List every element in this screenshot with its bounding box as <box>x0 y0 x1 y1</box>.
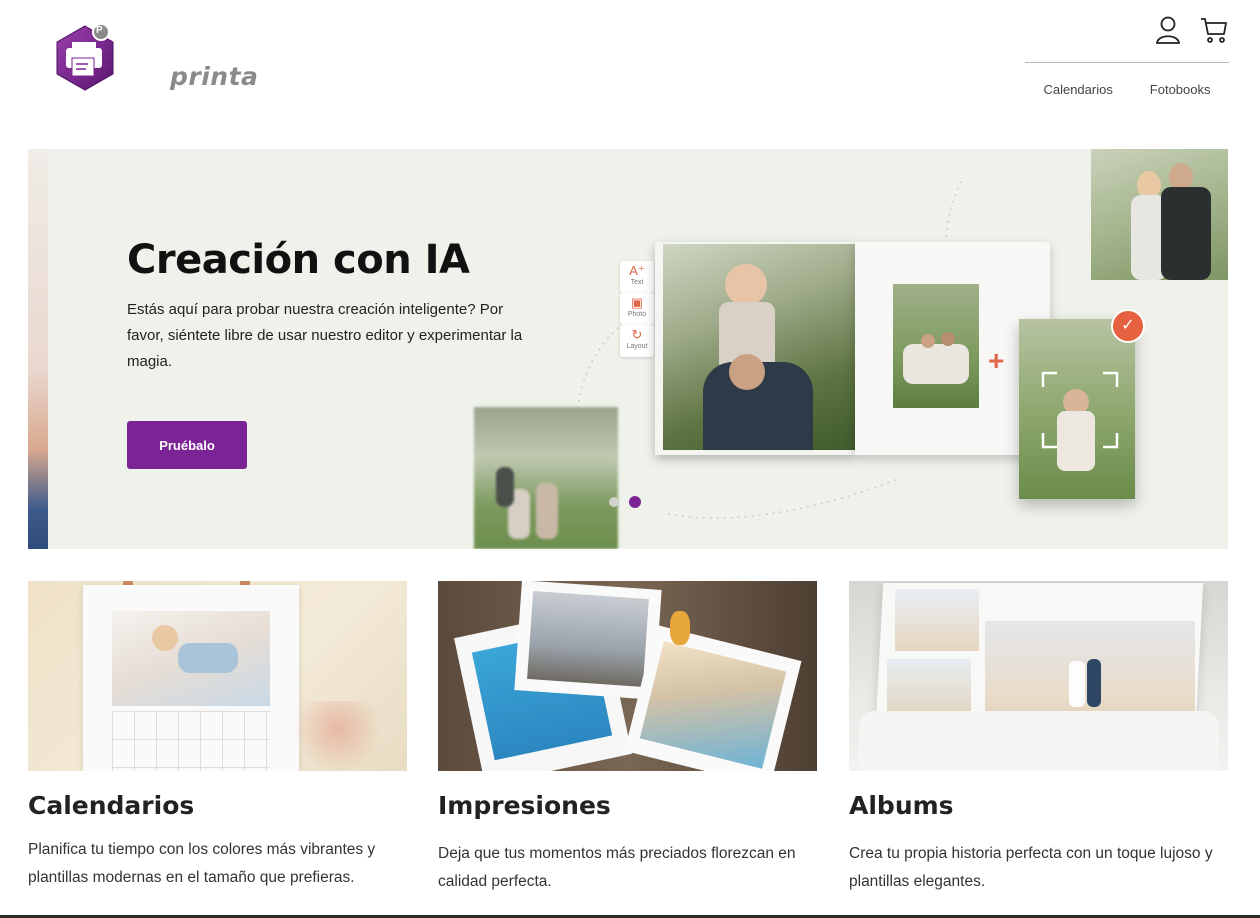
check-icon: ✓ <box>1111 309 1145 343</box>
prints-image <box>438 581 817 771</box>
tool-photo[interactable]: ▣ Photo <box>620 293 654 325</box>
hero-description: Estás aquí para probar nuestra creación … <box>127 301 523 370</box>
nav-link-fotobooks[interactable]: Fotobooks <box>1150 82 1211 97</box>
cart-icon[interactable] <box>1198 14 1230 46</box>
book-left-photo <box>663 244 855 450</box>
selected-photo <box>1019 319 1135 499</box>
printer-logo-icon <box>56 23 114 91</box>
hero-title: Creación con IA <box>127 237 470 283</box>
text-add-icon: A⁺ <box>629 263 645 278</box>
focus-frame-icon <box>1041 371 1119 449</box>
nav-link-calendarios[interactable]: Calendarios <box>1043 82 1112 97</box>
card-title: Calendarios <box>28 791 195 820</box>
main-nav: Calendarios Fotobooks <box>1025 82 1229 97</box>
slide-dot-2[interactable] <box>629 496 641 508</box>
card-description: Deja que tus momentos más preciados flor… <box>438 845 796 890</box>
calendar-image <box>28 581 407 771</box>
tool-layout-label: Layout <box>626 343 648 350</box>
previous-slide-peek <box>28 149 48 549</box>
layout-refresh-icon: ↻ <box>631 327 643 342</box>
tool-layout[interactable]: ↻ Layout <box>620 325 654 357</box>
card-impresiones[interactable]: Impresiones Deja que tus momentos más pr… <box>438 581 817 896</box>
tool-text-label: Text <box>630 279 644 286</box>
logo-badge-letter: P <box>96 25 103 36</box>
card-title: Impresiones <box>438 791 611 820</box>
card-calendarios[interactable]: Calendarios Planifica tu tiempo con los … <box>28 581 407 892</box>
slide-dot-1[interactable] <box>609 497 619 507</box>
header-actions <box>1152 14 1230 46</box>
couple-photo <box>1091 149 1228 280</box>
card-albums[interactable]: Albums Crea tu propia historia perfecta … <box>849 581 1228 896</box>
brand-name: printa <box>170 62 259 91</box>
blurred-family-photo <box>474 407 618 549</box>
card-description: Planifica tu tiempo con los colores más … <box>28 841 376 886</box>
tool-text[interactable]: A⁺ Text <box>620 261 654 293</box>
card-title: Albums <box>849 791 954 820</box>
try-it-button[interactable]: Pruébalo <box>127 421 247 469</box>
photo-add-icon: ▣ <box>630 295 644 310</box>
album-image <box>849 581 1228 771</box>
user-icon[interactable] <box>1152 14 1184 46</box>
hero-banner: Creación con IA Estás aquí para probar n… <box>28 149 1228 549</box>
tool-photo-label: Photo <box>627 311 647 318</box>
header-divider <box>1025 62 1229 63</box>
card-description: Crea tu propia historia perfecta con un … <box>849 845 1213 890</box>
plus-icon: + <box>988 345 1005 376</box>
brand-logo[interactable]: P printa <box>50 22 258 96</box>
book-right-photo <box>893 284 979 408</box>
